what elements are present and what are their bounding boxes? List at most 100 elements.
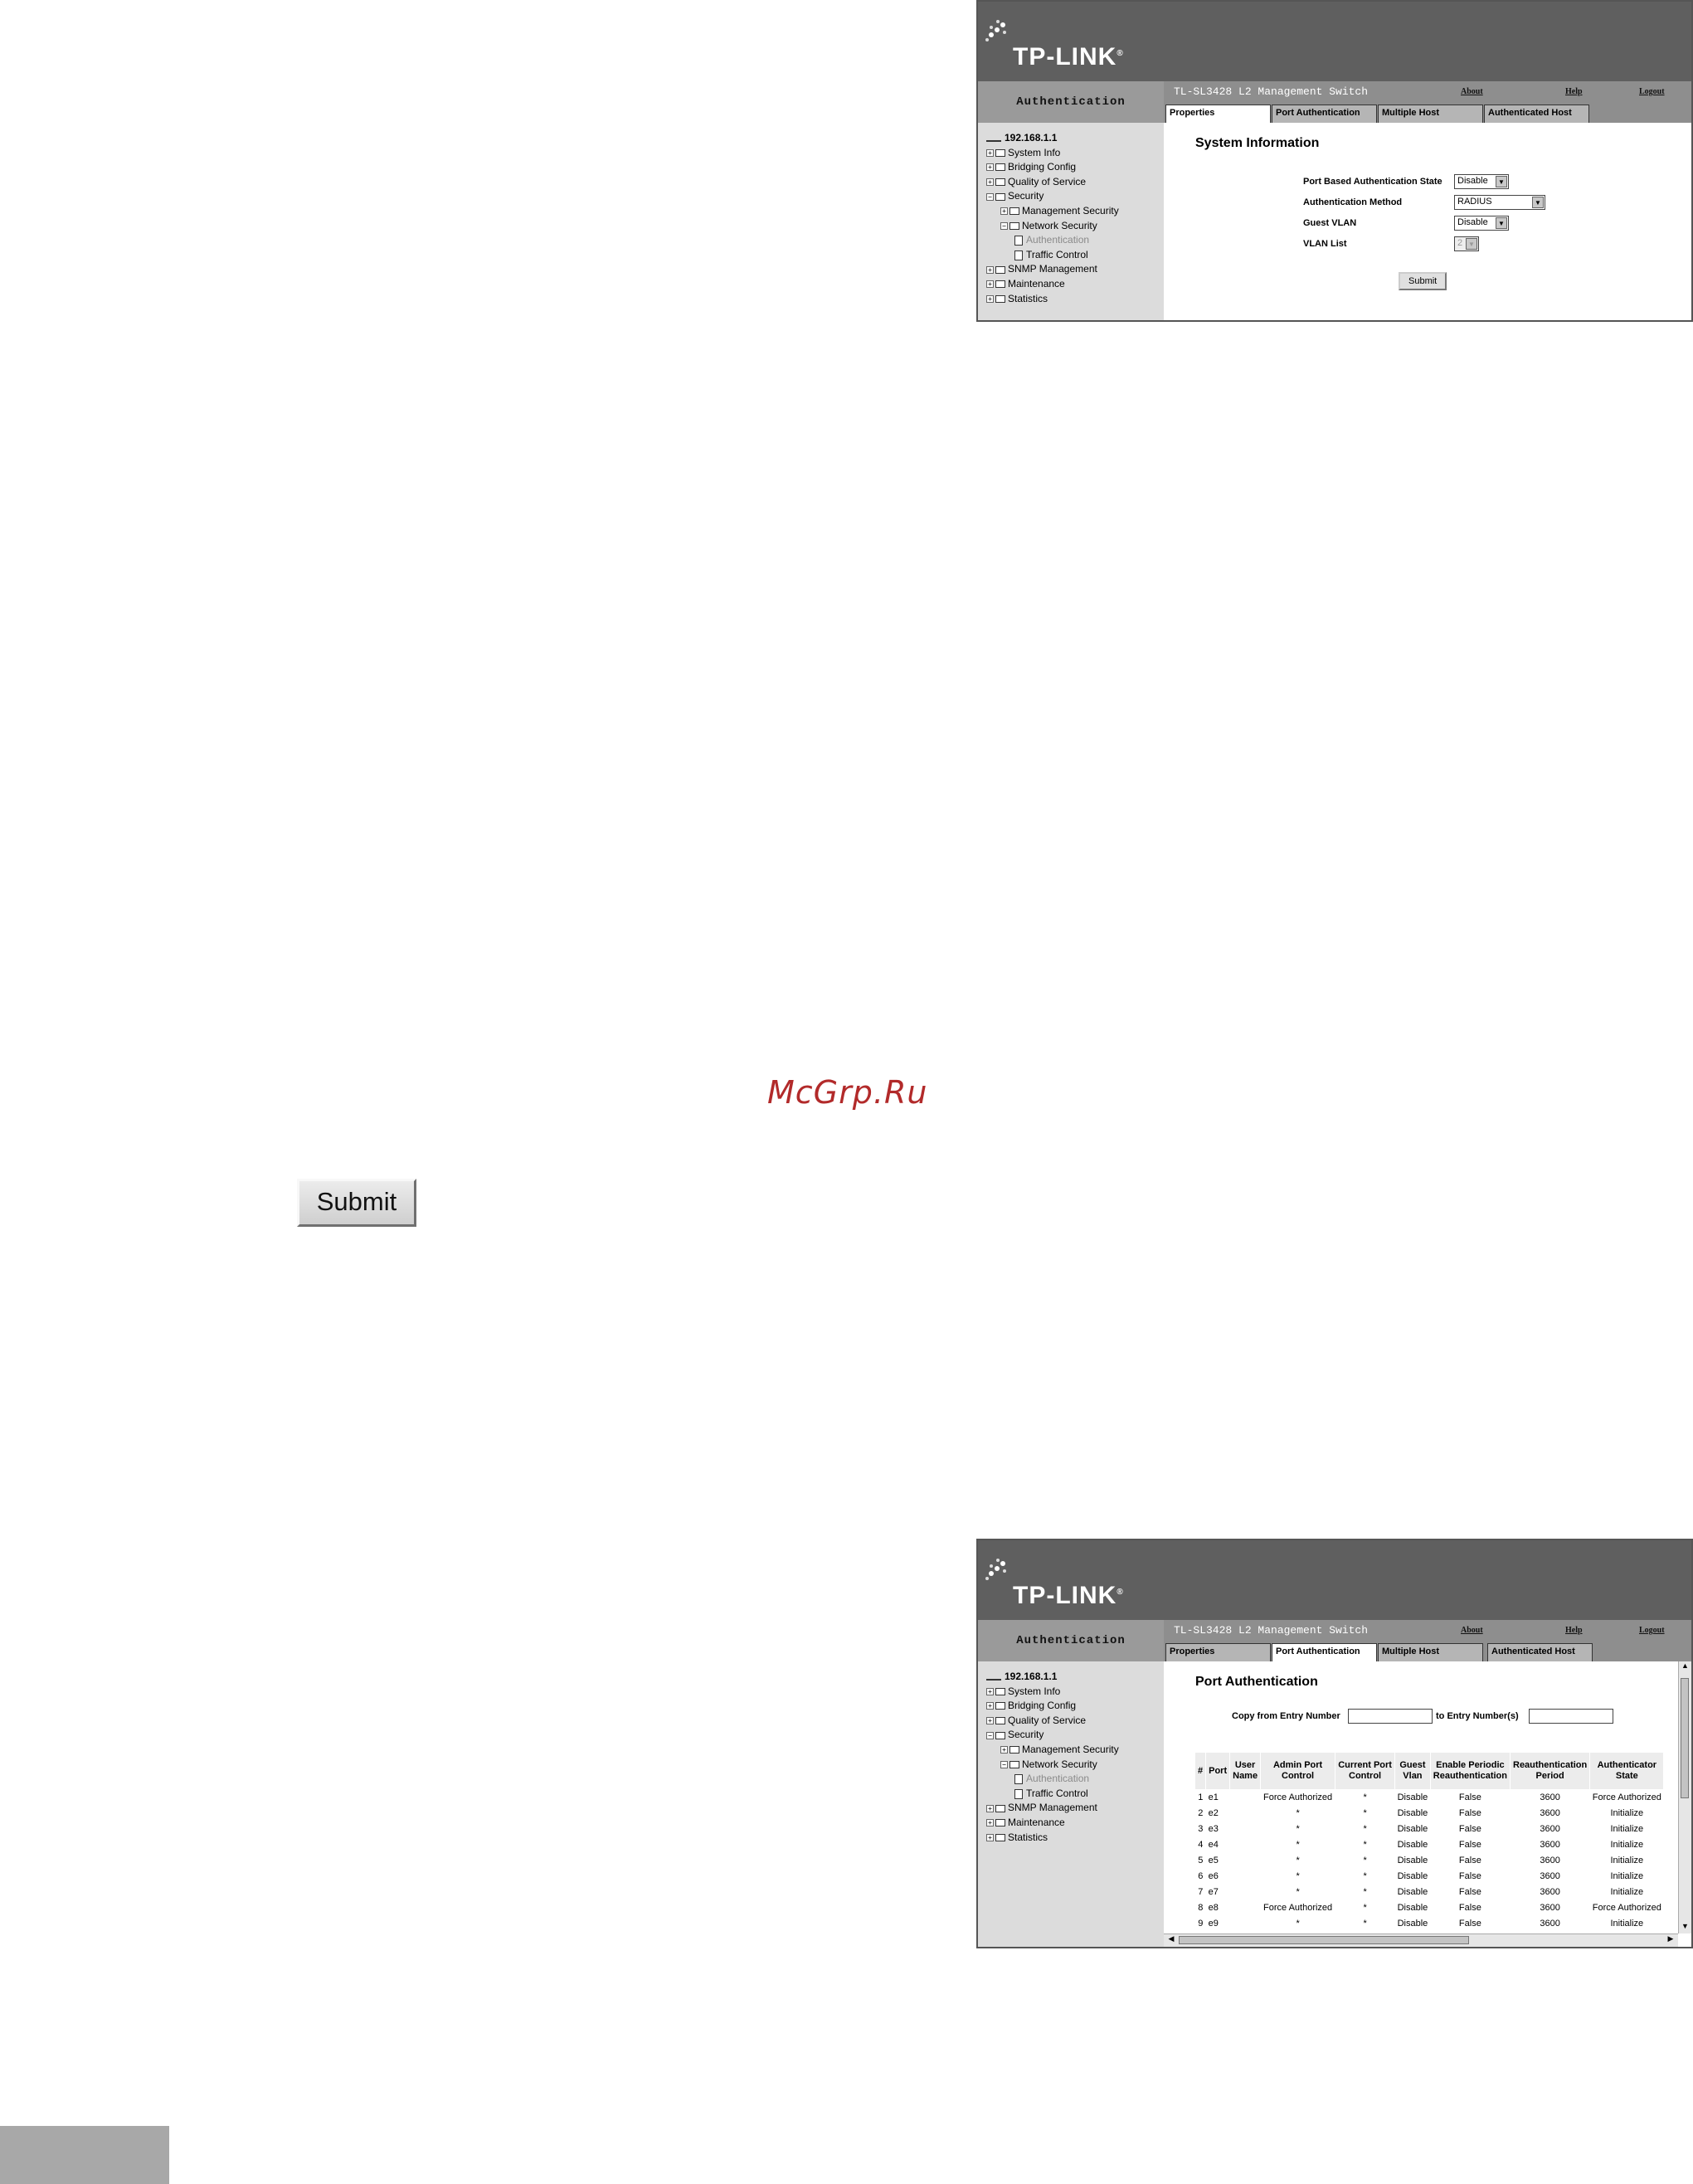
tab-port-authentication[interactable]: Port Authentication xyxy=(1272,1643,1377,1663)
auth-method-select[interactable]: RADIUS ▼ xyxy=(1454,195,1545,210)
port-authentication-panel: Port Authentication Copy from Entry Numb… xyxy=(1164,1661,1691,1947)
help-link[interactable]: Help xyxy=(1565,1626,1583,1635)
sidebar-item[interactable]: − Network Security xyxy=(986,1758,1119,1773)
collapse-icon[interactable]: − xyxy=(1000,221,1008,230)
scrollbar-thumb[interactable] xyxy=(1179,1936,1469,1944)
sidebar-item[interactable]: 192.168.1.1 xyxy=(986,1670,1119,1685)
table-row[interactable]: 9 e9 * * Disable False 3600 Initialize xyxy=(1195,1915,1664,1931)
table-row[interactable]: 3 e3 * * Disable False 3600 Initialize xyxy=(1195,1821,1664,1836)
tab-properties[interactable]: Properties xyxy=(1165,1643,1271,1661)
device-title: TL-SL3428 L2 Management Switch xyxy=(1174,85,1369,98)
vlan-list-select[interactable]: 2 ▼ xyxy=(1454,236,1479,251)
sidebar-item[interactable]: + System Info xyxy=(986,1685,1119,1700)
sidebar-item[interactable]: + Statistics xyxy=(986,1831,1119,1846)
table-cell: 3600 xyxy=(1540,1792,1560,1802)
expand-icon[interactable]: + xyxy=(986,294,994,303)
sidebar-item[interactable]: + Quality of Service xyxy=(986,1714,1119,1729)
table-row[interactable]: 2 e2 * * Disable False 3600 Initialize xyxy=(1195,1805,1664,1821)
sidebar-item[interactable]: + Bridging Config xyxy=(986,160,1119,175)
port-auth-state-select[interactable]: Disable ▼ xyxy=(1454,174,1509,189)
expand-icon[interactable]: + xyxy=(986,1819,994,1827)
table-cell xyxy=(1230,1836,1261,1852)
logout-link[interactable]: Logout xyxy=(1639,87,1665,96)
table-cell: * xyxy=(1296,1870,1300,1881)
tab-properties[interactable]: Properties xyxy=(1165,105,1271,124)
to-entry-input[interactable] xyxy=(1529,1709,1613,1724)
collapse-icon[interactable]: − xyxy=(1000,1760,1008,1768)
sidebar-item[interactable]: Traffic Control xyxy=(986,248,1119,263)
table-row[interactable]: 7 e7 * * Disable False 3600 Initialize xyxy=(1195,1884,1664,1899)
sidebar-item[interactable]: + System Info xyxy=(986,146,1119,161)
horizontal-scrollbar[interactable]: ◀ ▶ xyxy=(1164,1933,1678,1947)
scroll-left-icon[interactable]: ◀ xyxy=(1165,1934,1177,1946)
sidebar-item[interactable]: + Maintenance xyxy=(986,1816,1119,1831)
collapse-icon[interactable]: − xyxy=(986,1731,994,1739)
device-title: TL-SL3428 L2 Management Switch xyxy=(1174,1624,1369,1637)
tab-multiple-host[interactable]: Multiple Host xyxy=(1378,105,1483,123)
expand-icon[interactable]: + xyxy=(986,1804,994,1812)
page-icon xyxy=(1014,250,1023,260)
about-link[interactable]: About xyxy=(1461,87,1483,96)
table-cell: e2 xyxy=(1208,1807,1219,1818)
expand-icon[interactable]: + xyxy=(986,1702,994,1710)
sidebar-item[interactable]: + Management Security xyxy=(986,204,1119,219)
table-cell: * xyxy=(1296,1807,1300,1818)
folder-icon xyxy=(995,1819,1005,1827)
tab-multiple-host[interactable]: Multiple Host xyxy=(1378,1643,1483,1661)
expand-icon[interactable]: + xyxy=(986,1833,994,1841)
about-link[interactable]: About xyxy=(1461,1626,1483,1635)
expand-icon[interactable]: + xyxy=(1000,1746,1008,1754)
sidebar-item[interactable]: + Maintenance xyxy=(986,277,1119,292)
sidebar-item[interactable]: − Network Security xyxy=(986,219,1119,234)
expand-icon[interactable]: + xyxy=(986,178,994,187)
table-cell xyxy=(1230,1805,1261,1821)
expand-icon[interactable]: + xyxy=(986,1687,994,1695)
table-row[interactable]: 4 e4 * * Disable False 3600 Initialize xyxy=(1195,1836,1664,1852)
scroll-up-icon[interactable]: ▲ xyxy=(1680,1661,1691,1673)
expand-icon[interactable]: + xyxy=(986,280,994,289)
table-cell: Force Authorized xyxy=(1263,1792,1333,1802)
vertical-scrollbar[interactable]: ▲ ▼ xyxy=(1678,1661,1691,1933)
sidebar-item[interactable]: Traffic Control xyxy=(986,1787,1119,1802)
sidebar-item[interactable]: + Bridging Config xyxy=(986,1699,1119,1714)
sidebar-item[interactable]: − Security xyxy=(986,189,1119,204)
sidebar-item[interactable]: Authentication xyxy=(986,1772,1119,1787)
expand-icon[interactable]: + xyxy=(986,1717,994,1725)
submit-button-large[interactable]: Submit xyxy=(297,1179,416,1227)
sidebar-item[interactable]: + Statistics xyxy=(986,292,1119,307)
scrollbar-thumb[interactable] xyxy=(1681,1678,1689,1798)
expand-icon[interactable]: + xyxy=(986,265,994,274)
help-link[interactable]: Help xyxy=(1565,87,1583,96)
tp-link-logo: TP-LINK® xyxy=(1013,1582,1124,1609)
table-row[interactable]: 1 e1 Force Authorized * Disable False 3600 Forc… xyxy=(1195,1789,1664,1805)
sidebar-item[interactable]: 192.168.1.1 xyxy=(986,131,1119,146)
collapse-icon[interactable]: − xyxy=(986,192,994,201)
logout-link[interactable]: Logout xyxy=(1639,1626,1665,1635)
sidebar-item[interactable]: − Security xyxy=(986,1728,1119,1743)
expand-icon[interactable]: + xyxy=(1000,207,1008,216)
expand-icon[interactable]: + xyxy=(986,163,994,172)
tab-authenticated-host[interactable]: Authenticated Host xyxy=(1484,105,1589,123)
table-row[interactable]: 6 e6 * * Disable False 3600 Initialize xyxy=(1195,1868,1664,1884)
sidebar-item-label: Traffic Control xyxy=(1026,248,1088,260)
table-cell: Initialize xyxy=(1610,1886,1644,1897)
sidebar-item[interactable]: + Quality of Service xyxy=(986,175,1119,190)
guest-vlan-select[interactable]: Disable ▼ xyxy=(1454,216,1509,231)
chevron-down-icon: ▼ xyxy=(1532,197,1544,208)
scroll-right-icon[interactable]: ▶ xyxy=(1665,1934,1676,1946)
submit-button[interactable]: Submit xyxy=(1399,272,1447,290)
sidebar-item[interactable]: + SNMP Management xyxy=(986,262,1119,277)
folder-icon xyxy=(995,280,1005,289)
sidebar-item[interactable]: + SNMP Management xyxy=(986,1801,1119,1816)
copy-from-input[interactable] xyxy=(1348,1709,1433,1724)
table-row[interactable]: 8 e8 Force Authorized * Disable False 3600 Forc… xyxy=(1195,1899,1664,1915)
table-cell xyxy=(1230,1789,1261,1805)
scroll-down-icon[interactable]: ▼ xyxy=(1680,1922,1691,1933)
sidebar-item[interactable]: + Management Security xyxy=(986,1743,1119,1758)
expand-icon[interactable]: + xyxy=(986,148,994,157)
table-row[interactable]: 5 e5 * * Disable False 3600 Initialize xyxy=(1195,1852,1664,1868)
sidebar-item[interactable]: Authentication xyxy=(986,233,1119,248)
tab-port-authentication[interactable]: Port Authentication xyxy=(1272,105,1377,123)
tab-authenticated-host[interactable]: Authenticated Host xyxy=(1487,1643,1593,1661)
table-cell: 3600 xyxy=(1540,1886,1560,1897)
